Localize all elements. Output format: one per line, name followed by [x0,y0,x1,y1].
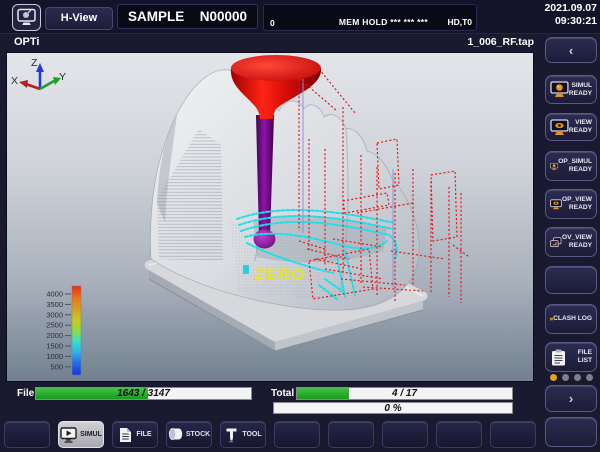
file-progress-text: 1643 / 3147 [117,388,170,399]
sidebar-button-op-view-ready[interactable]: OP_VIEW READY [545,189,597,219]
sidebar-button-clash-log[interactable]: CLASH LOG [545,304,597,334]
toolbar-button-label: TOOL [242,431,262,438]
percent-progress-bar: 0 % [273,402,513,414]
pager-dot [561,374,569,381]
h-view-button[interactable]: H-View [45,7,113,30]
toolbar-button-empty[interactable] [274,421,320,448]
legend-value: 2500 [46,321,63,330]
toolbar-button-label: FILE [136,431,152,438]
stock-cylinder-icon [168,428,183,440]
toolbar-button-empty[interactable] [328,421,374,448]
legend-value: 2000 [46,331,63,340]
toolbar-button-empty[interactable] [490,421,536,448]
date: 2021.09.07 [544,2,597,14]
sidebar-button-label: FILE LIST [577,349,592,364]
sidebar-button-label: OP_VIEW READY [561,196,592,211]
pager-dot-active [549,374,557,381]
sidebar-expand-button[interactable]: › [545,385,597,412]
toolbar-button-stock[interactable]: STOCK [166,421,212,448]
pager-dot [573,374,581,381]
program-display: SAMPLE N00000 [117,4,258,29]
tool-tip-ball [253,229,276,249]
depth-legend: 4000 3500 3000 2500 2000 1500 1000 500 [46,285,82,376]
sidebar-button-view-ready[interactable]: VIEW READY [545,113,597,141]
simulation-viewport[interactable]: ZERO X Z Y 4000 3500 3000 2500 2000 1500… [6,52,534,382]
sidebar-button-file-list[interactable]: FILE LIST [545,342,597,372]
header-bar: H-View SAMPLE N00000 0 MEM HOLD *** *** … [0,0,600,34]
total-progress-text: 4 / 17 [391,388,418,399]
total-progress-bar: 4 / 17 [296,387,513,400]
axis-z-label: Z [31,57,38,69]
legend-value: 500 [50,362,63,371]
sidebar-bottom-empty-button[interactable] [545,417,597,447]
datetime: 2021.09.07 09:30:21 [544,2,597,28]
status-zero: 0 [270,18,275,28]
loaded-file-name: 1_006_RF.tap [467,36,534,48]
monitor-eye-icon [550,198,562,209]
toolbar-button-empty[interactable] [4,421,50,448]
sidebar-collapse-button[interactable]: ‹ [545,37,597,63]
toolbar-button-empty[interactable] [436,421,482,448]
monitor-eye-icon [550,118,569,135]
sidebar-button-label: VIEW READY [568,119,592,134]
time: 09:30:21 [554,15,597,27]
status-tool: HD,T0 [447,17,472,27]
toolbar-button-label: STOCK [185,431,211,438]
toolbar-button-tool[interactable]: TOOL [220,421,266,448]
sidebar-button-label: CLASH LOG [553,315,592,322]
legend-value: 1500 [46,342,63,351]
file-progress-label: File [17,388,35,399]
percent-progress-text: 0 % [384,403,402,414]
sidebar-button-empty[interactable] [545,266,597,294]
cutting-tool-icon [226,428,237,442]
legend-value: 3500 [46,300,63,309]
legend-value: 1000 [46,352,63,361]
status-mode: MEM HOLD *** *** *** [338,17,428,27]
sidebar-page-indicator [545,374,597,381]
zero-marker [243,265,249,274]
tool-holder-top [231,55,321,81]
file-progress-bar: 1643 / 3147 [35,387,252,400]
monitor-ball-icon [550,81,569,97]
document-icon [120,427,132,442]
axis-triad: X Z Y [11,57,66,91]
axis-y-label: Y [59,71,66,83]
cnc-simulation-screen: H-View SAMPLE N00000 0 MEM HOLD *** *** … [0,0,600,452]
toolbar-button-file[interactable]: FILE [112,421,158,448]
sidebar-button-ov-view-ready[interactable]: OV_VIEW READY [545,227,597,257]
stacked-windows-icon [550,236,562,247]
simulation-monitor-icon [17,8,36,25]
sidebar-button-label: SIMUL READY [568,81,592,97]
monitor-ball-icon [550,162,559,170]
zero-label: ZERO [254,265,305,284]
sidebar-button-op-simul-ready[interactable]: OP_SIMUL READY [545,151,597,181]
machine-status-panel: 0 MEM HOLD *** *** *** HD,T0 [263,4,477,31]
sidebar-button-label: OV_VIEW READY [561,234,592,249]
toolbar-button-empty[interactable] [382,421,428,448]
sidebar-button-simul-ready[interactable]: SIMUL READY [545,75,597,104]
mode-label: OPTi [14,36,40,48]
3d-scene: ZERO X Z Y 4000 3500 3000 2500 2000 1500… [11,55,470,376]
total-progress-label: Total [271,388,295,399]
program-name: SAMPLE [128,9,185,24]
toolbar-button-simul[interactable]: SIMUL [58,421,104,448]
sidebar-button-label: OP_SIMUL READY [558,158,592,173]
monitor-play-icon [60,426,77,443]
clipboard-icon [552,349,565,365]
axis-x-label: X [11,75,18,87]
legend-value: 3000 [46,310,63,319]
pager-dot [585,374,593,381]
program-number: N00000 [199,9,247,24]
legend-value: 4000 [46,290,63,299]
home-button[interactable] [12,4,41,31]
toolbar-button-label: SIMUL [80,431,102,438]
